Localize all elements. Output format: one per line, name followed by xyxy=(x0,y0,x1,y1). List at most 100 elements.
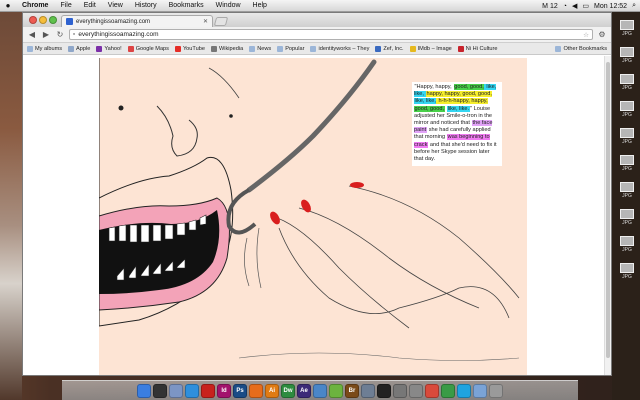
file-label: JPG xyxy=(622,247,632,253)
zef-icon xyxy=(375,45,382,52)
spotlight-icon[interactable]: ⌕ xyxy=(632,2,636,10)
bookmark-label: identityworks – They xyxy=(318,45,370,52)
volume-icon[interactable]: ◀ xyxy=(572,2,577,10)
youtube-icon xyxy=(174,45,181,52)
dock: Id Ps Ai Dw Ae Br xyxy=(62,380,578,400)
apple-menu-icon[interactable]: ● xyxy=(0,1,16,10)
close-window-button[interactable] xyxy=(29,16,37,24)
bookmark-label: YouTube xyxy=(182,45,205,52)
bookmark-label: Popular xyxy=(285,45,305,52)
highlighted-phrase: like, like, xyxy=(414,98,437,105)
mail-icon[interactable] xyxy=(169,383,183,398)
zoom-window-button[interactable] xyxy=(49,16,57,24)
desktop-file[interactable]: JPG xyxy=(614,20,640,37)
scroll-thumb[interactable] xyxy=(606,62,610,358)
menu-view[interactable]: View xyxy=(102,2,129,9)
caption-text: "Happy, happy, xyxy=(414,84,454,90)
back-arrow-icon[interactable]: ◀ xyxy=(27,30,37,40)
bookmark-item[interactable]: Ni Hi Culture xyxy=(457,45,498,52)
highlighted-phrase: like, like. xyxy=(447,105,470,112)
desktop-file[interactable]: JPG xyxy=(614,128,640,145)
bookmark-item[interactable]: News xyxy=(249,45,271,52)
desktop-file[interactable]: JPG xyxy=(614,74,640,91)
bookmark-item[interactable]: Popular xyxy=(277,45,305,52)
bridge-icon[interactable]: Br xyxy=(345,383,359,398)
menu-status-area: M 12 ◔ ◀ ▭ Mon 12:52 ⌕ xyxy=(542,0,636,12)
clock[interactable]: Mon 12:52 xyxy=(594,3,627,10)
spotify-icon[interactable] xyxy=(329,383,343,398)
address-bar[interactable]: ▫ everythingissoamazing.com ☆ xyxy=(69,29,593,40)
desktop-file[interactable]: JPG xyxy=(614,263,640,280)
desktop-file[interactable]: JPG xyxy=(614,182,640,199)
bookmark-item[interactable]: Zef, Inc. xyxy=(375,45,404,52)
menu-help[interactable]: Help xyxy=(247,2,273,9)
desktop-file[interactable]: JPG xyxy=(614,101,640,118)
folder-icon[interactable] xyxy=(473,383,487,398)
desktop-file[interactable]: JPG xyxy=(614,236,640,253)
terminal-icon[interactable] xyxy=(377,383,391,398)
bookmark-label: Other Bookmarks xyxy=(563,45,607,52)
battery-icon[interactable]: ▭ xyxy=(582,2,589,10)
itunes-icon[interactable] xyxy=(313,383,327,398)
new-tab-button[interactable] xyxy=(213,17,229,26)
bookmark-item[interactable]: My albums xyxy=(27,45,62,52)
tab-close-icon[interactable]: ✕ xyxy=(203,18,208,25)
firefox-icon[interactable] xyxy=(249,383,263,398)
file-thumbnail-icon xyxy=(620,101,634,111)
system-prefs-icon[interactable] xyxy=(393,383,407,398)
page-icon: ▫ xyxy=(73,31,76,38)
pin-icon xyxy=(457,45,464,52)
acrobat-icon[interactable] xyxy=(201,383,215,398)
google-icon xyxy=(127,45,134,52)
bookmark-item[interactable]: Google Maps xyxy=(127,45,169,52)
disk-utility-icon[interactable] xyxy=(409,383,423,398)
minimize-window-button[interactable] xyxy=(39,16,47,24)
menu-bookmarks[interactable]: Bookmarks xyxy=(163,2,210,9)
browser-tab[interactable]: everythingissoamazing.com ✕ xyxy=(61,15,213,27)
finder-icon[interactable] xyxy=(137,383,151,398)
bookmark-star-icon[interactable]: ☆ xyxy=(583,31,589,39)
dashboard-icon[interactable] xyxy=(153,383,167,398)
bookmark-item[interactable]: IMdb – Image xyxy=(409,45,452,52)
desktop-file[interactable]: JPG xyxy=(614,47,640,64)
safari-icon[interactable] xyxy=(185,383,199,398)
aftereffects-icon[interactable]: Ae xyxy=(297,383,311,398)
photoshop-icon[interactable]: Ps xyxy=(233,383,247,398)
illustrator-icon[interactable]: Ai xyxy=(265,383,279,398)
forward-arrow-icon[interactable]: ▶ xyxy=(41,30,51,40)
file-label: JPG xyxy=(622,31,632,37)
desktop-file[interactable]: JPG xyxy=(614,155,640,172)
comic-illustration: "Happy, happy, good, good, like, like, h… xyxy=(99,58,527,375)
trash-icon[interactable] xyxy=(489,383,503,398)
dreamweaver-icon[interactable]: Dw xyxy=(281,383,295,398)
desktop-file[interactable]: JPG xyxy=(614,209,640,226)
bookmark-item[interactable]: Yahoo! xyxy=(96,45,122,52)
chrome-icon[interactable] xyxy=(441,383,455,398)
bookmark-item[interactable]: Apple xyxy=(68,45,91,52)
tab-title: everythingissoamazing.com xyxy=(76,18,151,25)
bookmark-item[interactable]: identityworks – They xyxy=(310,45,370,52)
menu-app-name[interactable]: Chrome xyxy=(16,2,54,9)
file-label: JPG xyxy=(622,85,632,91)
menu-history[interactable]: History xyxy=(129,2,163,9)
menu-edit[interactable]: Edit xyxy=(78,2,102,9)
skype-icon[interactable] xyxy=(457,383,471,398)
menu-file[interactable]: File xyxy=(54,2,77,9)
wrench-menu-icon[interactable]: ⚙ xyxy=(597,30,607,39)
indesign-icon[interactable]: Id xyxy=(217,383,231,398)
reload-icon[interactable]: ↻ xyxy=(55,30,65,40)
mail-status-icon[interactable]: M 12 xyxy=(542,3,558,10)
preview-icon[interactable] xyxy=(361,383,375,398)
file-thumbnail-icon xyxy=(620,209,634,219)
bookmark-label: Ni Hi Culture xyxy=(465,45,498,52)
bookmark-label: Apple xyxy=(76,45,91,52)
wiki-icon xyxy=(210,45,217,52)
calendar-icon[interactable] xyxy=(425,383,439,398)
menu-window[interactable]: Window xyxy=(210,2,247,9)
bookmark-item[interactable]: Wikipedia xyxy=(210,45,243,52)
menu-bar: ● Chrome File Edit View History Bookmark… xyxy=(0,0,640,12)
bookmark-item[interactable]: YouTube xyxy=(174,45,205,52)
wifi-icon[interactable]: ◔ xyxy=(563,3,567,10)
other-bookmarks[interactable]: Other Bookmarks xyxy=(555,45,607,52)
vertical-scrollbar[interactable] xyxy=(604,56,611,375)
